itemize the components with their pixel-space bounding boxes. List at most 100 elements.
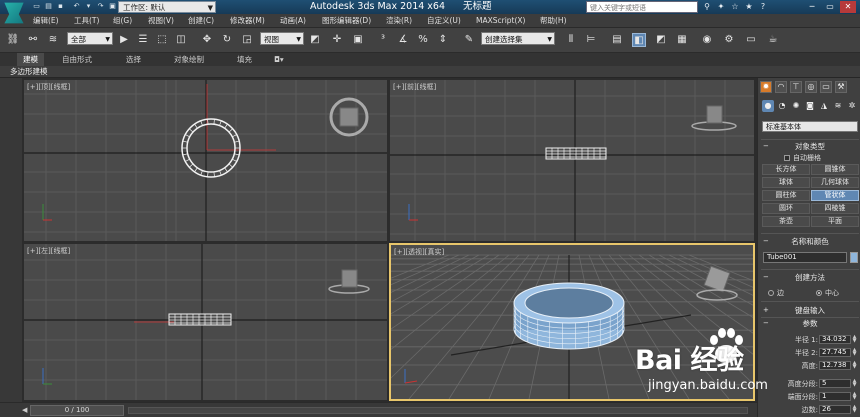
select-by-name-icon[interactable]: ☰ [136, 33, 150, 47]
material-editor-icon[interactable]: ◉ [700, 33, 714, 47]
name-color-rollout[interactable]: − 名称和颜色 [761, 237, 859, 246]
help-icon[interactable]: ? [758, 2, 768, 12]
hierarchy-tab-icon[interactable]: ⊤ [790, 81, 802, 93]
viewport-label-left[interactable]: [+][左][线框] [27, 246, 70, 256]
angle-snap-icon[interactable]: ∡ [396, 33, 410, 47]
select-scale-icon[interactable]: ◲ [240, 33, 254, 47]
menu-tools[interactable]: 工具(T) [74, 14, 99, 28]
shapes-icon[interactable]: ◔ [776, 100, 788, 112]
modify-tab-icon[interactable]: ◠ [775, 81, 787, 93]
tab-modeling[interactable]: 建模 [17, 53, 44, 66]
reference-coordinate-dropdown[interactable]: 视图 ▼ [260, 32, 304, 45]
layer-manager-icon[interactable]: ▤ [610, 33, 624, 47]
spinner-icon[interactable]: ▲ ▼ [852, 405, 857, 414]
percent-snap-icon[interactable]: % [416, 33, 430, 47]
menu-modifiers[interactable]: 修改器(M) [230, 14, 265, 28]
viewcube[interactable] [706, 105, 723, 124]
new-file-icon[interactable]: ▭ [32, 2, 41, 11]
spinner-snap-icon[interactable]: ⇕ [436, 33, 450, 47]
spinner-icon[interactable]: ▲ ▼ [852, 361, 857, 370]
torus-button[interactable]: 圆环 [762, 203, 810, 214]
menu-animation[interactable]: 动画(A) [280, 14, 306, 28]
display-tab-icon[interactable]: ▭ [820, 81, 832, 93]
tab-populate[interactable]: 填充 [237, 53, 252, 66]
menu-edit[interactable]: 编辑(E) [33, 14, 59, 28]
box-button[interactable]: 长方体 [762, 164, 810, 175]
render-production-icon[interactable]: ☕ [766, 33, 780, 47]
space-warps-icon[interactable]: ≋ [832, 100, 844, 112]
bind-space-warp-icon[interactable]: ≋ [46, 33, 60, 47]
tube-top-view[interactable] [181, 118, 241, 178]
cap-segments-input[interactable]: 1 [819, 392, 851, 401]
tab-freeform[interactable]: 自由形式 [62, 53, 92, 66]
viewcube[interactable] [339, 107, 359, 127]
viewport-label-front[interactable]: [+][前][线框] [393, 82, 436, 92]
previous-frame-icon[interactable]: ◀ [22, 406, 27, 414]
utilities-tab-icon[interactable]: ⚒ [835, 81, 847, 93]
parameters-rollout[interactable]: − 参数 [761, 319, 859, 328]
undo-dropdown-icon[interactable]: ▾ [84, 2, 93, 11]
pivot-center-icon[interactable]: ◩ [308, 33, 322, 47]
radius2-input[interactable]: 27.745 [819, 348, 851, 357]
keyboard-entry-rollout[interactable]: + 键盘输入 [761, 306, 859, 315]
rectangular-selection-icon[interactable]: ⬚ [155, 33, 169, 47]
undo-icon[interactable]: ↶ [72, 2, 81, 11]
plane-button[interactable]: 平面 [811, 216, 859, 227]
schematic-view-icon[interactable]: ▦ [675, 33, 689, 47]
systems-icon[interactable]: ✲ [846, 100, 858, 112]
tab-selection[interactable]: 选择 [126, 53, 141, 66]
named-selection-sets-dropdown[interactable]: 创建选择集 ▼ [481, 32, 555, 45]
menu-graph-editors[interactable]: 图形编辑器(D) [322, 14, 371, 28]
viewport-top[interactable]: [+][顶][线框] [24, 80, 387, 241]
align-icon[interactable]: ⊨ [584, 33, 598, 47]
select-manipulate-icon[interactable]: ✛ [330, 33, 344, 47]
spinner-icon[interactable]: ▲ ▼ [852, 379, 857, 388]
menu-rendering[interactable]: 渲染(R) [386, 14, 412, 28]
menu-customize[interactable]: 自定义(U) [427, 14, 461, 28]
snaps-toggle-icon[interactable]: ³ [376, 33, 390, 47]
teapot-button[interactable]: 茶壶 [762, 216, 810, 227]
time-slider[interactable]: 0 / 100 [30, 405, 124, 416]
open-project-icon[interactable]: ▣ [108, 2, 117, 11]
curve-editor-icon[interactable]: ◩ [654, 33, 668, 47]
viewport-label-top[interactable]: [+][顶][线框] [27, 82, 70, 92]
workspace-dropdown[interactable]: 工作区: 默认 ▼ [118, 1, 216, 13]
sides-input[interactable]: 26 [819, 405, 851, 414]
window-crossing-icon[interactable]: ◫ [174, 33, 188, 47]
create-tab-icon[interactable]: ✹ [760, 81, 772, 93]
minimize-button[interactable]: ─ [804, 1, 820, 13]
motion-tab-icon[interactable]: ◎ [805, 81, 817, 93]
object-type-rollout[interactable]: − 对象类型 [761, 142, 859, 151]
lights-icon[interactable]: ✺ [790, 100, 802, 112]
select-move-icon[interactable]: ✥ [200, 33, 214, 47]
viewport-front[interactable]: [+][前][线框] [390, 80, 754, 241]
creation-center-radio[interactable]: 中心 [816, 288, 839, 298]
viewport-perspective[interactable]: [+][透视][真实] [389, 243, 755, 401]
3dsmax-logo-icon[interactable] [4, 2, 24, 24]
ribbon-options-icon[interactable]: ◘▾ [274, 53, 284, 66]
autogrid-checkbox[interactable]: 自动栅格 [784, 153, 821, 163]
unlink-icon[interactable]: ⚯ [26, 33, 40, 47]
object-name-field[interactable]: Tube001 [763, 252, 847, 263]
menu-views[interactable]: 视图(V) [148, 14, 174, 28]
menu-create[interactable]: 创建(C) [188, 14, 214, 28]
select-rotate-icon[interactable]: ↻ [220, 33, 234, 47]
primitive-category-dropdown[interactable]: 标准基本体 [762, 121, 858, 132]
mirror-icon[interactable]: ⫴ [564, 33, 578, 47]
creation-method-rollout[interactable]: − 创建方法 [761, 273, 859, 282]
open-file-icon[interactable]: ▤ [44, 2, 53, 11]
geometry-icon[interactable]: ● [762, 100, 774, 112]
object-color-swatch[interactable] [850, 252, 858, 263]
spinner-icon[interactable]: ▲ ▼ [852, 335, 857, 344]
help-search-input[interactable]: 键入关键字或短语 [586, 1, 698, 13]
selection-filter-dropdown[interactable]: 全部 ▼ [67, 32, 113, 45]
creation-edge-radio[interactable]: 边 [768, 288, 784, 298]
graphite-ribbon-icon[interactable]: ◧ [632, 33, 646, 47]
communication-center-icon[interactable]: ☆ [730, 2, 740, 12]
geosphere-button[interactable]: 几何球体 [811, 177, 859, 188]
viewport-left[interactable]: [+][左][线框] [24, 244, 387, 400]
viewport-label-perspective[interactable]: [+][透视][真实] [394, 247, 444, 257]
viewcube[interactable] [341, 269, 358, 288]
select-object-icon[interactable]: ▶ [117, 33, 131, 47]
cylinder-button[interactable]: 圆柱体 [762, 190, 810, 201]
